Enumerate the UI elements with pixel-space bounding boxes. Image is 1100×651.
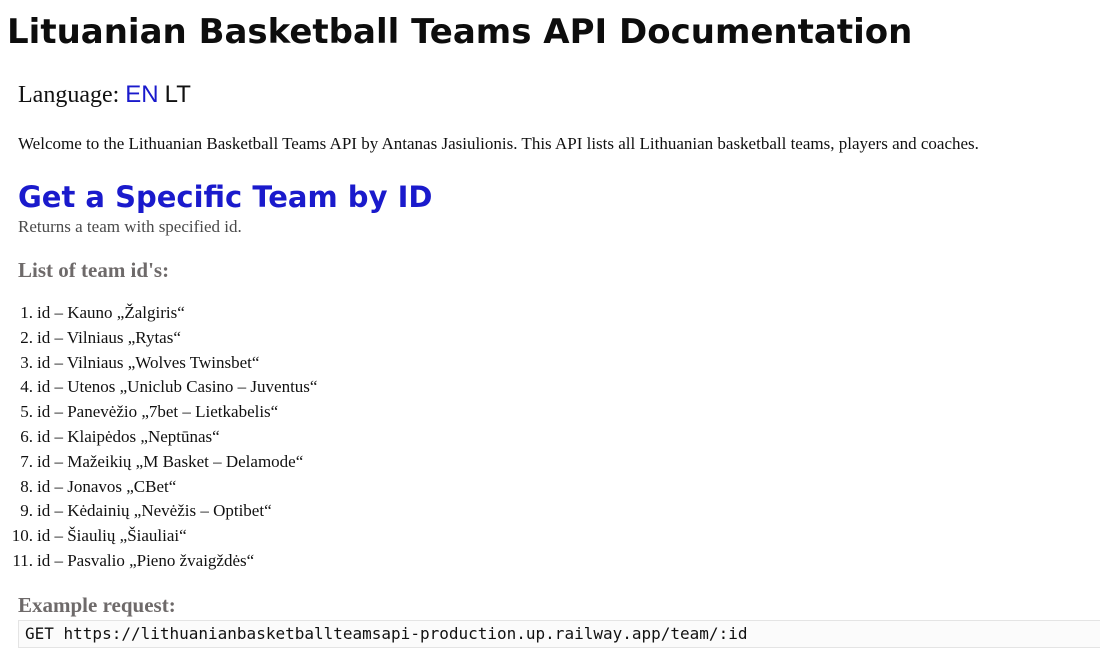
team-list-text: id – Vilniaus „Rytas“ — [37, 327, 181, 347]
team-list-item: 5. id – Panevėžio „7bet – Lietkabelis“ — [0, 400, 317, 425]
team-list-text: id – Jonavos „CBet“ — [37, 476, 177, 496]
language-switcher: Language: EN LT — [18, 80, 191, 110]
team-list-number: 8. — [20, 476, 33, 496]
team-list-item: 9. id – Kėdainių „Nevėžis – Optibet“ — [0, 499, 317, 524]
team-list-item: 2. id – Vilniaus „Rytas“ — [0, 326, 317, 351]
endpoint-title: Get a Specific Team by ID — [18, 180, 433, 214]
language-link-en[interactable]: EN — [125, 81, 158, 108]
page-title: Lituanian Basketball Teams API Documenta… — [7, 12, 913, 52]
team-list-number: 11. — [12, 550, 33, 570]
endpoint-description: Returns a team with specified id. — [18, 217, 242, 236]
team-list-number: 6. — [20, 426, 33, 446]
team-list-number: 9. — [20, 501, 33, 521]
language-label: Language: — [18, 82, 120, 108]
team-list-text: id – Utenos „Uniclub Casino – Juventus“ — [37, 377, 318, 397]
team-list-number: 10. — [11, 526, 33, 546]
team-list-item: 6. id – Klaipėdos „Neptūnas“ — [0, 425, 317, 450]
team-list-text: id – Klaipėdos „Neptūnas“ — [37, 426, 220, 446]
team-list-item: 10. id – Šiaulių „Šiauliai“ — [0, 524, 317, 549]
team-list-number: 5. — [20, 402, 33, 422]
team-list-number: 3. — [20, 352, 33, 372]
team-list-number: 4. — [20, 377, 33, 397]
team-list-item: 1. id – Kauno „Žalgiris“ — [0, 301, 317, 326]
intro-text: Welcome to the Lithuanian Basketball Tea… — [18, 134, 979, 153]
language-link-lt[interactable]: LT — [165, 81, 191, 108]
example-request-heading: Example request: — [18, 593, 176, 617]
team-list-number: 2. — [20, 327, 33, 347]
team-ids-heading: List of team id's: — [18, 258, 170, 282]
team-list-number: 7. — [20, 451, 33, 471]
team-list-text: id – Pasvalio „Pieno žvaigždės“ — [37, 550, 255, 570]
team-list-text: id – Kauno „Žalgiris“ — [37, 303, 185, 322]
team-list-text: id – Vilniaus „Wolves Twinsbet“ — [37, 352, 260, 372]
team-list-item: 4. id – Utenos „Uniclub Casino – Juventus… — [0, 375, 317, 400]
team-list-text: id – Šiaulių „Šiauliai“ — [37, 526, 187, 546]
team-list-item: 3. id – Vilniaus „Wolves Twinsbet“ — [0, 351, 317, 376]
team-list-text: id – Kėdainių „Nevėžis – Optibet“ — [37, 501, 272, 521]
team-id-list: 1. id – Kauno „Žalgiris“ 2. id – Vilniaus „… — [0, 301, 318, 574]
team-list-item: 7. id – Mažeikių „M Basket – Delamode“ — [0, 450, 317, 475]
example-request-code: GET https://lithuanianbasketballteamsapi… — [18, 620, 1100, 648]
team-list-item: 11. id – Pasvalio „Pieno žvaigždės“ — [0, 549, 317, 574]
team-list-number: 1. — [20, 303, 33, 322]
page: Lituanian Basketball Teams API Documenta… — [0, 0, 1100, 651]
team-list-item: 8. id – Jonavos „CBet“ — [0, 475, 317, 500]
team-list-text: id – Panevėžio „7bet – Lietkabelis“ — [37, 402, 279, 422]
team-list-text: id – Mažeikių „M Basket – Delamode“ — [37, 451, 304, 471]
